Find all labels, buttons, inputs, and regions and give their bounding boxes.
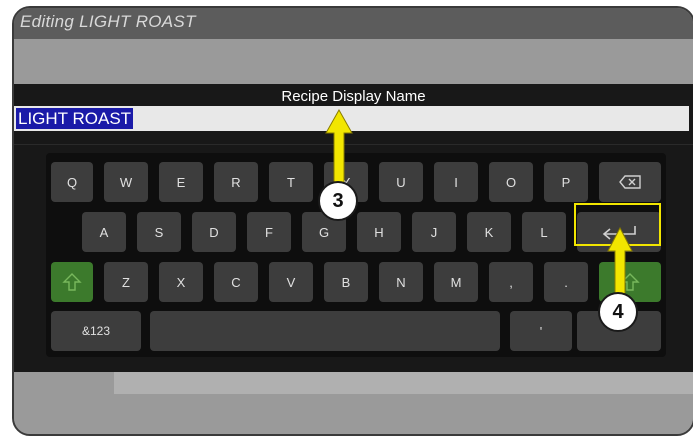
callout-step-4: 4 [598, 292, 638, 332]
callout-step-3: 3 [318, 181, 358, 221]
